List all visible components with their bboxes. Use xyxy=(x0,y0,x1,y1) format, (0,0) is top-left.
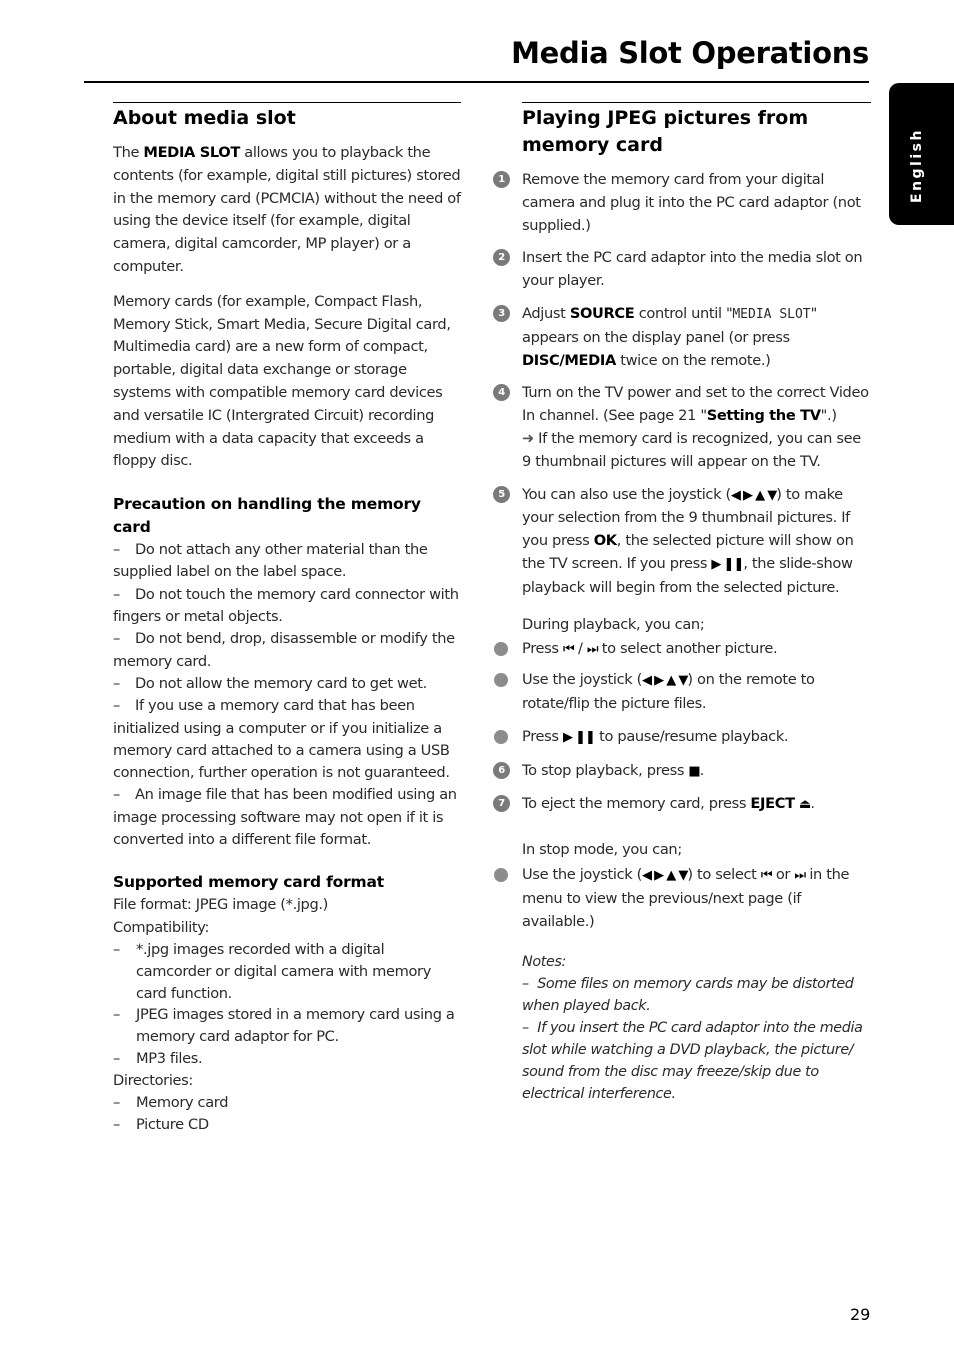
step-7: 7 To eject the memory card, press EJECT ⏏… xyxy=(493,793,870,817)
directory-item: – Memory card xyxy=(113,1093,229,1111)
play-pause-icon: ▶ ❚❚ xyxy=(562,729,596,745)
joystick-arrows-icon: ◀ ▶ ▲ ▼ xyxy=(642,673,688,689)
precaution-item: – If you use a memory card that has been … xyxy=(113,697,450,782)
during-playback-label: During playback, you can; xyxy=(522,615,705,633)
previous-icon: ⏮ xyxy=(760,867,773,883)
about-paragraph-2: Memory cards (for example, Compact Flash… xyxy=(113,292,451,470)
precaution-heading: Precaution on handling the memory card xyxy=(113,495,421,537)
step-number-icon: 7 xyxy=(493,795,510,813)
stop-icon: ■ xyxy=(688,763,700,779)
step-number-icon: 6 xyxy=(493,761,510,779)
compatibility-label: Compatibility: xyxy=(113,918,210,936)
playing-jpeg-heading: Playing JPEG pictures from memory card xyxy=(522,107,809,156)
stop-mode-bullet: Use the joystick (◀ ▶ ▲ ▼) to select ⏮ o… xyxy=(494,864,870,933)
note-item: – Some files on memory cards may be dist… xyxy=(522,976,854,1015)
step-3: 3 Adjust SOURCE control until "MEDIA SLOT… xyxy=(493,303,870,372)
next-icon: ⏭ xyxy=(586,642,599,658)
step-6: 6 To stop playback, press ■. xyxy=(493,760,870,784)
previous-icon: ⏮ xyxy=(562,642,575,658)
section-divider xyxy=(522,102,871,103)
step-number-icon: 2 xyxy=(493,249,510,267)
language-tab-label: English xyxy=(909,128,925,203)
playback-bullet: Press ▶ ❚❚ to pause/resume playback. xyxy=(494,726,870,750)
arrow-right-icon: ➜ xyxy=(522,429,534,447)
stop-mode-label: In stop mode, you can; xyxy=(522,841,682,859)
precaution-item: – Do not bend, drop, disassemble or modif… xyxy=(113,630,455,670)
directories-label: Directories: xyxy=(113,1071,193,1089)
notes: Notes: – Some files on memory cards may … xyxy=(522,951,870,1105)
eject-icon: ⏏ xyxy=(799,797,811,813)
precaution-item: – An image file that has been modified us… xyxy=(113,786,457,849)
section-divider xyxy=(113,102,461,103)
step-number-icon: 5 xyxy=(493,485,510,503)
notes-label: Notes: xyxy=(522,954,567,971)
title-divider xyxy=(84,81,869,83)
joystick-arrows-icon: ◀ ▶ ▲ ▼ xyxy=(642,867,688,883)
about-heading: About media slot xyxy=(113,107,296,129)
page-title: Media Slot Operations xyxy=(511,36,869,70)
precaution-item: – Do not allow the memory card to get wet… xyxy=(113,674,427,692)
supported-heading: Supported memory card format xyxy=(113,873,384,892)
precaution-item: – Do not touch the memory card connector … xyxy=(113,585,459,626)
note-item: – If you insert the PC card adaptor into… xyxy=(522,1020,863,1103)
step-number-icon: 3 xyxy=(493,304,510,322)
playback-bullet: Use the joystick (◀ ▶ ▲ ▼) on the remote… xyxy=(494,669,870,716)
precaution-list: – Do not attach any other material than t… xyxy=(113,539,461,851)
directory-item: – Picture CD xyxy=(113,1115,209,1133)
step-number-icon: 1 xyxy=(493,171,510,188)
joystick-arrows-icon: ◀ ▶ ▲ ▼ xyxy=(730,487,777,503)
step-5: 5 You can also use the joystick (◀ ▶ ▲ ▼)… xyxy=(493,484,870,600)
step-2: 2 Insert the PC card adaptor into the med… xyxy=(493,247,870,293)
bullet-icon xyxy=(494,867,508,882)
bullet-icon xyxy=(494,729,508,744)
bullet-icon xyxy=(494,642,508,657)
playback-bullet: Press ⏮ / ⏭ to select another picture. xyxy=(494,638,870,662)
compatibility-item: – MP3 files. xyxy=(113,1049,203,1067)
play-pause-icon: ▶ ❚❚ xyxy=(711,556,744,572)
page-number: 29 xyxy=(850,1305,871,1324)
display-text: MEDIA SLOT xyxy=(732,306,811,322)
language-tab: English xyxy=(889,83,954,225)
compatibility-item: – *.jpg images recorded with a digital ca… xyxy=(113,940,431,1002)
next-icon: ⏭ xyxy=(794,867,806,883)
step-4: 4 Turn on the TV power and set to the cor… xyxy=(493,382,870,473)
step-1: 1 Remove the memory card from your digita… xyxy=(493,169,870,237)
file-format-line: File format: JPEG image (*.jpg.) xyxy=(113,896,329,914)
right-column: Playing JPEG pictures from memory card 1… xyxy=(493,102,871,1105)
compatibility-item: – JPEG images stored in a memory card usi… xyxy=(113,1006,455,1046)
about-paragraph-1: The MEDIA SLOT allows you to playback th… xyxy=(113,144,461,275)
step-number-icon: 4 xyxy=(493,384,510,402)
precaution-item: – Do not attach any other material than t… xyxy=(113,541,428,581)
left-column: About media slot The MEDIA SLOT allows y… xyxy=(113,102,461,1136)
bullet-icon xyxy=(494,673,508,688)
